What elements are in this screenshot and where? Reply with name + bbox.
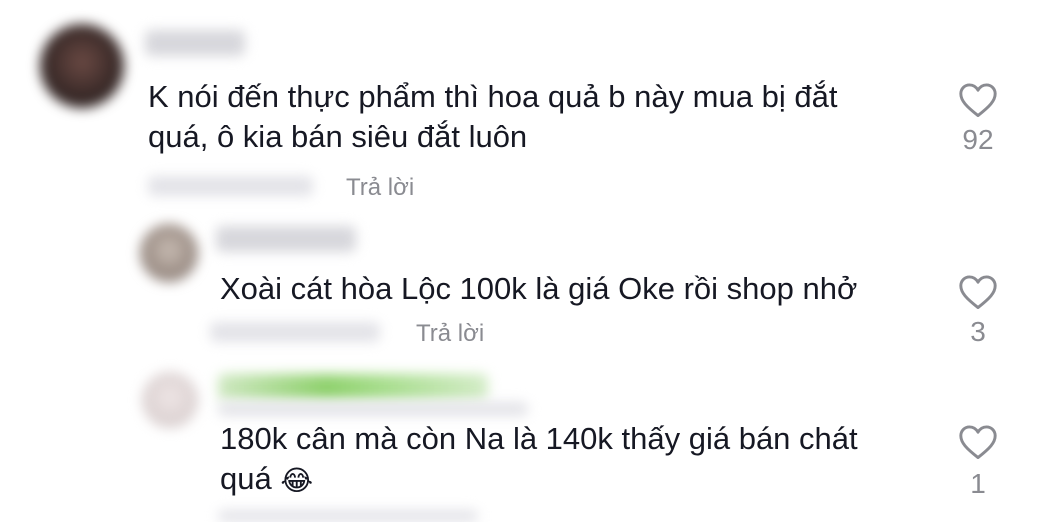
avatar[interactable]: [140, 224, 198, 282]
username[interactable]: [145, 30, 245, 56]
heart-outline-icon: [959, 425, 997, 460]
reply-button[interactable]: Trả lời: [346, 174, 414, 202]
comment-text-line-1: Xoài cát hòa Lộc 100k là giá Oke rồi sho…: [220, 271, 858, 306]
avatar[interactable]: [40, 24, 124, 108]
comment-timestamp: [148, 176, 313, 196]
comment-text-line-1: 180k cân mà còn Na là 140k thấy giá bán …: [220, 421, 858, 456]
comment-timestamp: [210, 322, 380, 342]
comment-2: Xoài cát hòa Lộc 100k là giá Oke rồi sho…: [0, 210, 1058, 360]
like-button[interactable]: 92: [948, 82, 1008, 162]
like-button[interactable]: 1: [948, 424, 1008, 504]
heart-outline-icon: [959, 275, 997, 310]
comment-1: K nói đến thực phẩm thì hoa quả b này mu…: [0, 0, 1058, 210]
avatar[interactable]: [142, 372, 198, 428]
like-count: 3: [970, 316, 986, 347]
comment-timestamp: [218, 510, 478, 522]
comment-text-line-2: quá 😂: [220, 458, 313, 502]
like-count: 1: [970, 468, 986, 499]
like-count: 92: [962, 124, 994, 155]
comment-3: 180k cân mà còn Na là 140k thấy giá bán …: [0, 360, 1058, 522]
username[interactable]: [218, 374, 488, 400]
username[interactable]: [216, 226, 356, 252]
heart-outline-icon: [959, 83, 997, 118]
username-subtext: [218, 402, 528, 416]
comment-text-line-2: quá, ô kia bán siêu đắt luôn: [148, 119, 528, 154]
comment-text-line-1: K nói đến thực phẩm thì hoa quả b này mu…: [148, 79, 838, 114]
reply-button[interactable]: Trả lời: [416, 320, 484, 348]
comment-text-line-2-text: quá: [220, 461, 272, 496]
like-button[interactable]: 3: [948, 274, 1008, 354]
laughing-emoji: 😂: [280, 464, 314, 496]
